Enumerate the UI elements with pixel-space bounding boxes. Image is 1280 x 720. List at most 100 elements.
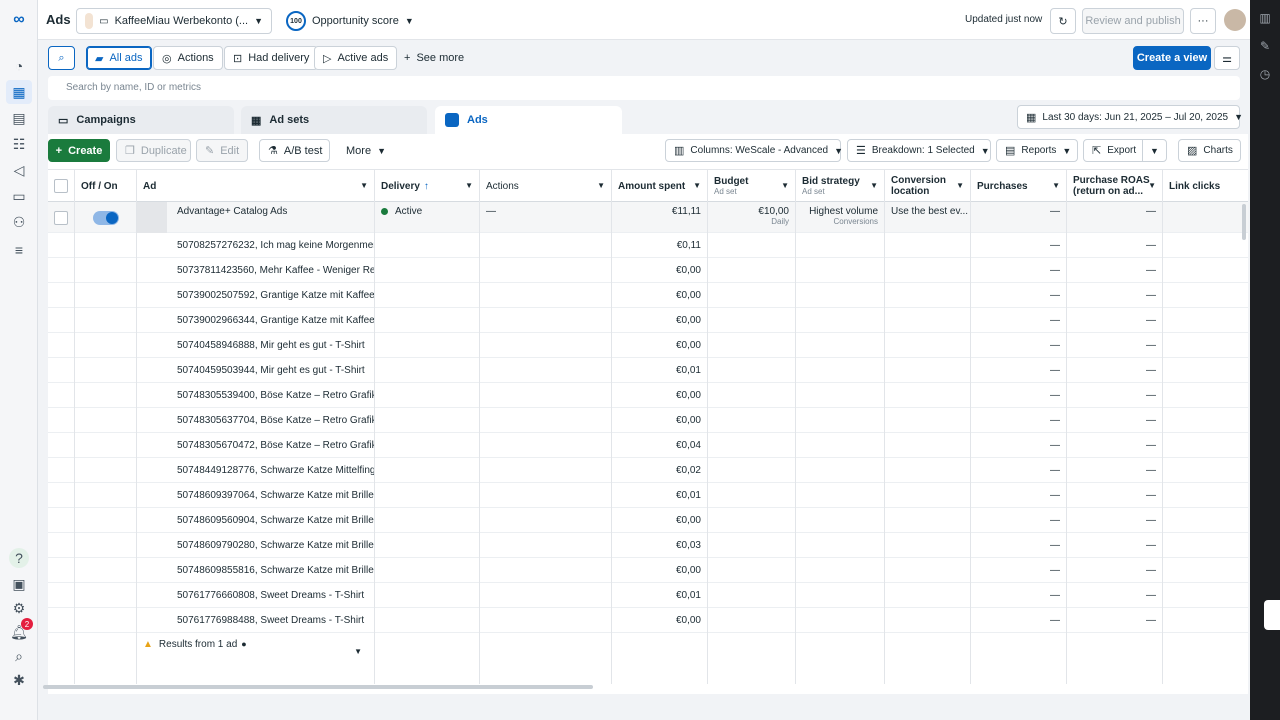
news-icon[interactable]: ▣ [9, 574, 29, 594]
header-purchases[interactable]: Purchases ▼ [971, 170, 1067, 202]
all-ads-filter[interactable]: ▰ All ads [86, 46, 152, 70]
search-input[interactable]: Search by name, ID or metrics [48, 76, 1240, 100]
table-row[interactable]: 50739002966344, Grantige Katze mit Kaffe… [48, 308, 1248, 333]
header-budget[interactable]: Budget Ad set ▼ [708, 170, 796, 202]
search-icon[interactable]: ⌕ [9, 646, 29, 666]
ad-name-cell[interactable]: 50740459503944, Mir geht es gut - T-Shir… [137, 358, 375, 383]
tab-adsets[interactable]: ▦ Ad sets [241, 106, 427, 134]
table-row[interactable]: 50748305539400, Böse Katze – Retro Grafi… [48, 383, 1248, 408]
table-row[interactable]: 50761776660808, Sweet Dreams - T-Shirt €0… [48, 583, 1248, 608]
ad-name-cell[interactable]: 50737811423560, Mehr Kaffee - Weniger Re… [137, 258, 375, 283]
ad-name-cell[interactable]: 50748449128776, Schwarze Katze Mittelfin… [137, 458, 375, 483]
table-row[interactable]: 50740458946888, Mir geht es gut - T-Shir… [48, 333, 1248, 358]
active-ads-filter[interactable]: ▷ Active ads [314, 46, 398, 70]
table-row[interactable]: 50748305670472, Böse Katze – Retro Grafi… [48, 433, 1248, 458]
date-range-picker[interactable]: ▦ Last 30 days: Jun 21, 2025 – Jul 20, 2… [1017, 105, 1243, 129]
more-button[interactable]: More ▼ [338, 139, 388, 162]
panel-collapse-handle[interactable] [1264, 600, 1280, 630]
had-delivery-filter[interactable]: ⊡ Had delivery [224, 46, 319, 70]
billing-icon[interactable]: ▭ [9, 186, 29, 206]
table-row[interactable]: 50748305637704, Böse Katze – Retro Grafi… [48, 408, 1248, 433]
ad-name-cell[interactable]: 50748609560904, Schwarze Katze mit Brill… [137, 508, 375, 533]
duplicate-button[interactable]: ❐ Duplicate [116, 139, 191, 162]
chart-icon[interactable]: ▥ [1257, 10, 1273, 26]
edit-pencil-icon[interactable]: ✎ [1257, 38, 1273, 54]
ad-name-cell[interactable]: 50761776660808, Sweet Dreams - T-Shirt [137, 583, 375, 608]
meta-logo-icon[interactable]: ∞ [9, 10, 29, 30]
ab-test-button[interactable]: ⚗ A/B test [259, 139, 330, 162]
table-row-parent[interactable]: Advantage+ Catalog Ads Active — €11,11 €… [48, 202, 1248, 233]
notifications-icon[interactable]: 🔔︎ 2 [9, 618, 33, 642]
refresh-button[interactable]: ↻ [1050, 8, 1076, 34]
actions-cell [480, 408, 612, 433]
table-row[interactable]: 50748609560904, Schwarze Katze mit Brill… [48, 508, 1248, 533]
more-options-button[interactable]: ··· [1190, 8, 1216, 34]
tab-ads[interactable]: Ads [435, 106, 622, 134]
chevron-down-icon[interactable]: ▼ [354, 647, 362, 656]
header-amount-spent[interactable]: Amount spent ▼ [612, 170, 708, 202]
pages-icon[interactable]: ▤ [9, 108, 29, 128]
table-row[interactable]: 50748609397064, Schwarze Katze mit Brill… [48, 483, 1248, 508]
table-row[interactable]: 50708257276232, Ich mag keine Morgenmen.… [48, 233, 1248, 258]
help-icon[interactable]: ? [9, 548, 29, 568]
ad-name-cell[interactable]: 50739002966344, Grantige Katze mit Kaffe… [137, 308, 375, 333]
opportunity-score[interactable]: 100 Opportunity score ▼ [286, 11, 414, 31]
user-avatar[interactable] [1224, 9, 1246, 31]
columns-selector[interactable]: ▥ Columns: WeScale - Advanced ▼ [665, 139, 843, 162]
review-publish-button[interactable]: Review and publish [1082, 8, 1184, 34]
settings-icon[interactable]: ⚙ [9, 598, 29, 618]
bug-report-icon[interactable]: ✱ [9, 670, 29, 690]
table-row[interactable]: 50739002507592, Grantige Katze mit Kaffe… [48, 283, 1248, 308]
header-ad[interactable]: Ad ▼ [137, 170, 375, 202]
header-link-clicks[interactable]: Link clicks [1163, 170, 1248, 202]
export-dropdown[interactable]: ▼ [1142, 139, 1167, 162]
export-button[interactable]: ⇱ Export [1083, 139, 1143, 162]
vertical-scrollbar[interactable] [1242, 204, 1246, 240]
ad-name-cell[interactable]: 50748609397064, Schwarze Katze mit Brill… [137, 483, 375, 508]
audiences-icon[interactable]: ☷ [9, 134, 29, 154]
ad-name-cell[interactable]: 50748609855816, Schwarze Katze mit Brill… [137, 558, 375, 583]
header-actions[interactable]: Actions ▼ [480, 170, 612, 202]
ads-manager-table-icon[interactable]: ▦ [6, 80, 32, 104]
table-row[interactable]: 50740459503944, Mir geht es gut - T-Shir… [48, 358, 1248, 383]
menu-icon[interactable]: ≡ [9, 240, 29, 260]
ad-name-cell[interactable]: Advantage+ Catalog Ads [137, 202, 375, 233]
header-purchase-roas[interactable]: Purchase ROAS (return on ad... ▼ [1067, 170, 1163, 202]
table-row[interactable]: 50748609855816, Schwarze Katze mit Brill… [48, 558, 1248, 583]
ad-name-cell[interactable]: 50739002507592, Grantige Katze mit Kaffe… [137, 283, 375, 308]
ad-name-cell[interactable]: 50748305637704, Böse Katze – Retro Grafi… [137, 408, 375, 433]
row-checkbox[interactable] [54, 210, 68, 225]
create-view-button[interactable]: Create a view [1133, 46, 1211, 70]
breakdown-selector[interactable]: ☰ Breakdown: 1 Selected ▼ [847, 139, 991, 162]
table-row[interactable]: 50761776988488, Sweet Dreams - T-Shirt €0… [48, 608, 1248, 633]
ad-name-cell[interactable]: 50748305670472, Böse Katze – Retro Grafi… [137, 433, 375, 458]
create-button[interactable]: + Create [48, 139, 110, 162]
view-settings-button[interactable]: ⚌ [1214, 46, 1240, 70]
select-all-checkbox[interactable] [54, 179, 68, 193]
header-delivery[interactable]: Delivery ↑ ▼ [375, 170, 480, 202]
ad-name-cell[interactable]: 50748305539400, Böse Katze – Retro Grafi… [137, 383, 375, 408]
see-more-filter[interactable]: + See more [396, 46, 472, 70]
ad-name-cell[interactable]: 50761776988488, Sweet Dreams - T-Shirt [137, 608, 375, 633]
history-icon[interactable]: ◷ [1257, 66, 1273, 82]
table-row[interactable]: 50737811423560, Mehr Kaffee - Weniger Re… [48, 258, 1248, 283]
table-row[interactable]: 50748449128776, Schwarze Katze Mittelfin… [48, 458, 1248, 483]
header-bid-strategy[interactable]: Bid strategy Ad set ▼ [796, 170, 885, 202]
charts-button[interactable]: ▨ Charts [1178, 139, 1241, 162]
ad-name-cell[interactable]: 50708257276232, Ich mag keine Morgenmen.… [137, 233, 375, 258]
account-selector[interactable]: ▭ KaffeeMiau Werbekonto (... ▼ [76, 8, 272, 34]
table-row[interactable]: 50748609790280, Schwarze Katze mit Brill… [48, 533, 1248, 558]
header-conversion-location[interactable]: Conversion location ▼ [885, 170, 971, 202]
ad-name-cell[interactable]: 50748609790280, Schwarze Katze mit Brill… [137, 533, 375, 558]
megaphone-icon[interactable]: ◁ [9, 160, 29, 180]
ad-name-cell[interactable]: 50740458946888, Mir geht es gut - T-Shir… [137, 333, 375, 358]
search-toggle-button[interactable]: ⌕ [48, 46, 75, 70]
dashboard-icon[interactable]: ◔ [9, 56, 29, 76]
business-icon[interactable]: ⚇ [9, 212, 29, 232]
horizontal-scrollbar[interactable] [43, 685, 593, 689]
actions-filter[interactable]: ◎ Actions [153, 46, 223, 70]
reports-button[interactable]: ▤ Reports ▼ [996, 139, 1078, 162]
tab-campaigns[interactable]: ▭ Campaigns [48, 106, 234, 134]
ad-toggle[interactable] [92, 210, 119, 225]
edit-button[interactable]: ✎ Edit [196, 139, 248, 162]
